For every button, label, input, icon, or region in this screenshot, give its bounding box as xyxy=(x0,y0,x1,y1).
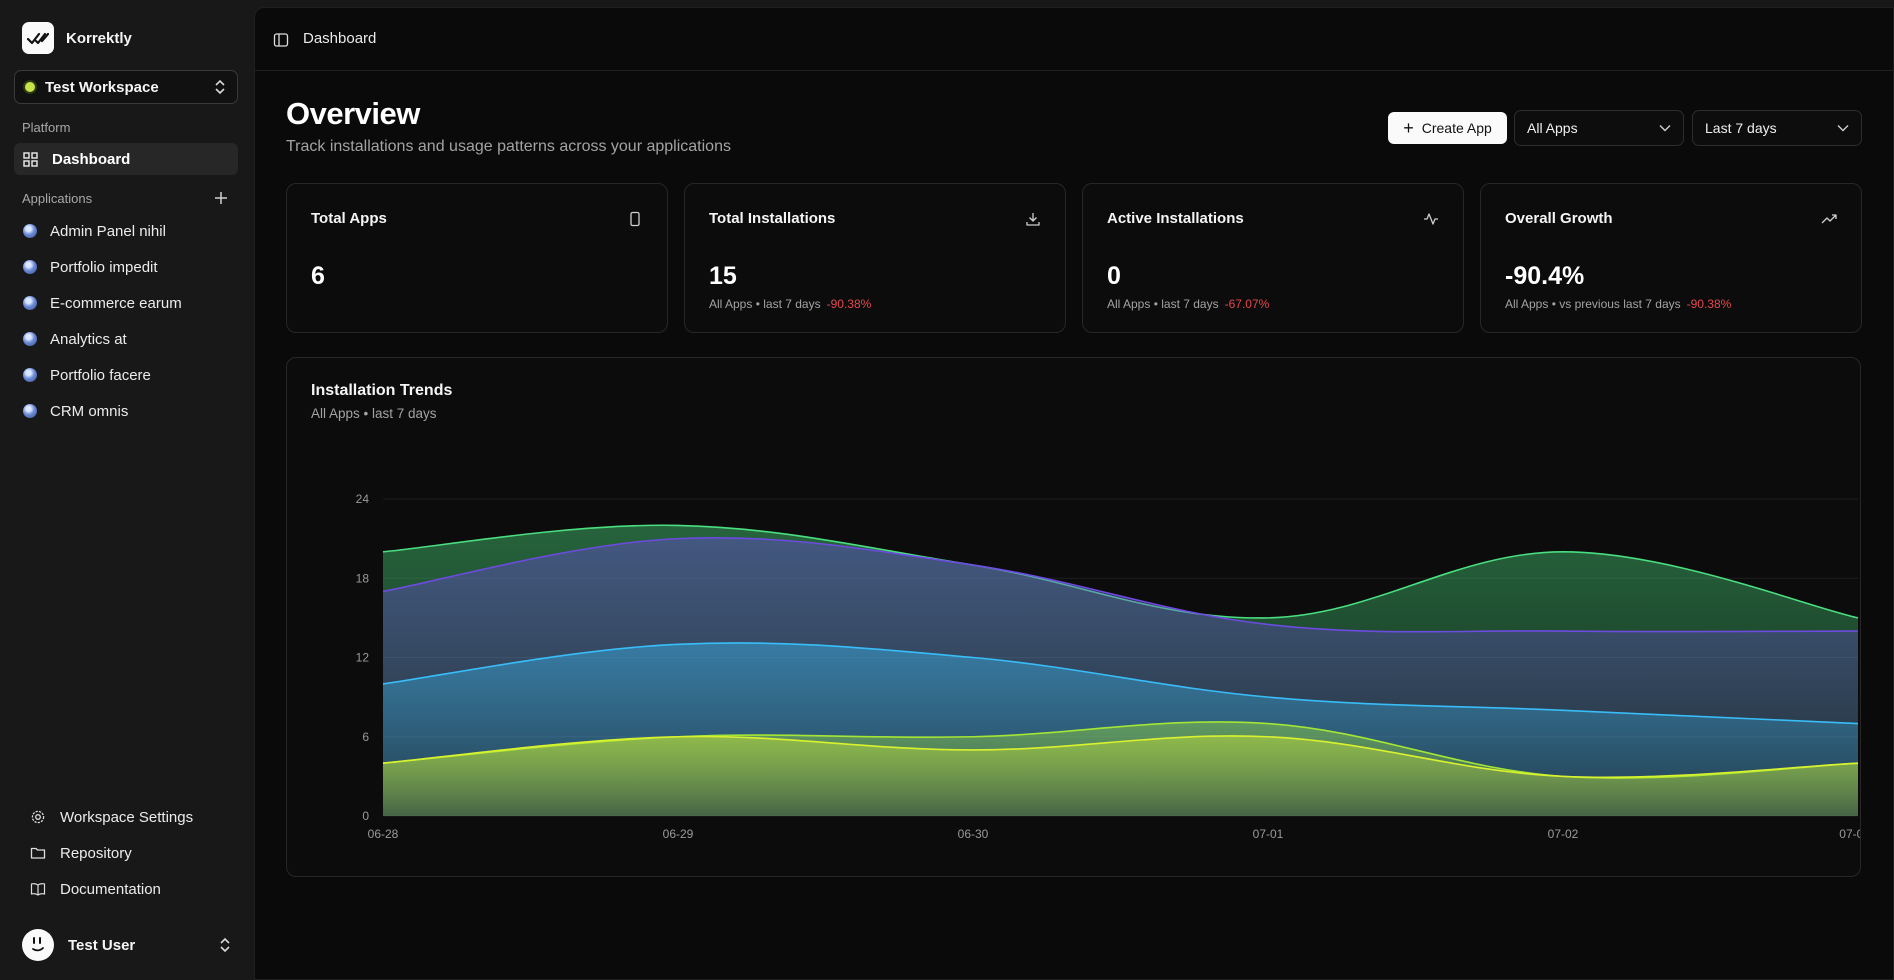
sidebar-app-label: E-commerce earum xyxy=(50,294,182,312)
stat-card-active-installations: Active Installations 0 All Apps • last 7… xyxy=(1082,183,1464,333)
stat-card-total-apps: Total Apps 6 xyxy=(286,183,668,333)
brand-name: Korrektly xyxy=(66,29,132,47)
sidebar-item-label: Workspace Settings xyxy=(60,808,194,826)
sidebar-app-item[interactable]: Admin Panel nihil xyxy=(14,215,238,247)
main-content: Dashboard Overview Track installations a… xyxy=(254,7,1894,980)
user-menu[interactable]: Test User xyxy=(22,928,232,962)
card-meta: All Apps • vs previous last 7 days -90.38… xyxy=(1505,297,1731,311)
globe-icon xyxy=(22,403,38,419)
plus-icon: + xyxy=(1403,118,1414,138)
sidebar-app-label: Admin Panel nihil xyxy=(50,222,166,240)
card-value: 0 xyxy=(1107,262,1121,290)
sidebar-app-label: Portfolio facere xyxy=(50,366,151,384)
folder-icon xyxy=(30,847,46,859)
top-bar: Dashboard xyxy=(255,8,1893,71)
book-open-icon xyxy=(30,883,46,896)
app-filter-value: All Apps xyxy=(1527,120,1578,136)
add-application-plus-icon[interactable] xyxy=(212,189,230,207)
card-value: -90.4% xyxy=(1505,262,1585,290)
sidebar-app-item[interactable]: CRM omnis xyxy=(14,395,238,427)
y-tick-label: 18 xyxy=(356,571,370,585)
x-tick-label: 07-03 xyxy=(1839,827,1860,841)
create-app-button[interactable]: + Create App xyxy=(1388,112,1507,144)
sidebar-item-label: Repository xyxy=(60,844,132,862)
phone-icon xyxy=(630,211,640,227)
app-filter-select[interactable]: All Apps xyxy=(1514,110,1684,146)
sidebar-app-item[interactable]: Portfolio facere xyxy=(14,359,238,391)
sidebar-app-item[interactable]: Portfolio impedit xyxy=(14,251,238,283)
workspace-switcher[interactable]: Test Workspace xyxy=(14,70,238,104)
user-name: Test User xyxy=(68,936,136,954)
globe-icon xyxy=(22,295,38,311)
workspace-name: Test Workspace xyxy=(45,78,159,96)
x-tick-label: 06-28 xyxy=(368,827,399,841)
installation-trends-card: Installation Trends All Apps • last 7 da… xyxy=(286,357,1861,877)
sidebar-app-label: Portfolio impedit xyxy=(50,258,158,276)
platform-section-label: Platform xyxy=(22,120,71,135)
page-title: Overview xyxy=(286,96,420,131)
chevrons-up-down-icon xyxy=(215,79,225,95)
sidebar: Korrektly Test Workspace Platform Dashbo… xyxy=(0,0,254,980)
globe-icon xyxy=(22,259,38,275)
sidebar-app-label: Analytics at xyxy=(50,330,127,348)
sidebar-app-item[interactable]: Analytics at xyxy=(14,323,238,355)
card-value: 15 xyxy=(709,262,737,290)
y-tick-label: 6 xyxy=(362,730,369,744)
y-tick-label: 24 xyxy=(356,492,370,506)
x-tick-label: 07-01 xyxy=(1253,827,1284,841)
korrektly-logo-icon xyxy=(22,22,54,54)
card-meta: All Apps • last 7 days -67.07% xyxy=(1107,297,1269,311)
sidebar-app-label: CRM omnis xyxy=(50,402,129,420)
sidebar-toggle-icon[interactable] xyxy=(273,32,289,48)
trending-up-icon xyxy=(1821,214,1837,224)
card-meta-text: All Apps • last 7 days xyxy=(709,297,821,311)
date-range-value: Last 7 days xyxy=(1705,120,1777,136)
y-tick-label: 12 xyxy=(356,651,370,665)
card-change: -67.07% xyxy=(1224,297,1270,311)
create-app-label: Create App xyxy=(1421,120,1492,136)
sidebar-app-item[interactable]: E-commerce earum xyxy=(14,287,238,319)
avatar xyxy=(22,929,54,961)
card-change: -90.38% xyxy=(826,297,872,311)
sidebar-item-workspace-settings[interactable]: Workspace Settings xyxy=(30,802,250,832)
breadcrumb: Dashboard xyxy=(303,30,377,47)
grid-icon xyxy=(22,151,38,167)
stat-card-total-installations: Total Installations 15 All Apps • last 7… xyxy=(684,183,1066,333)
x-tick-label: 06-29 xyxy=(663,827,694,841)
page-subtitle: Track installations and usage patterns a… xyxy=(286,138,731,155)
x-tick-label: 06-30 xyxy=(958,827,989,841)
chevron-down-icon xyxy=(1659,125,1671,132)
chevron-down-icon xyxy=(1837,125,1849,132)
date-range-select[interactable]: Last 7 days xyxy=(1692,110,1862,146)
globe-icon xyxy=(22,367,38,383)
globe-icon xyxy=(22,223,38,239)
globe-icon xyxy=(22,331,38,347)
stat-card-overall-growth: Overall Growth -90.4% All Apps • vs prev… xyxy=(1480,183,1862,333)
download-icon xyxy=(1026,213,1040,226)
installation-trends-chart: 0 6 12 18 24 06-28 06-29 06-30 07-01 07-02 07-03 xyxy=(356,492,1860,841)
x-tick-label: 07-02 xyxy=(1548,827,1579,841)
brand[interactable]: Korrektly xyxy=(22,22,132,54)
card-meta-text: All Apps • vs previous last 7 days xyxy=(1505,297,1681,311)
card-change: -90.38% xyxy=(1686,297,1732,311)
y-tick-label: 0 xyxy=(362,809,369,823)
applications-section-label: Applications xyxy=(22,191,93,206)
sidebar-item-dashboard[interactable]: Dashboard xyxy=(14,143,238,175)
workspace-status-icon xyxy=(25,82,35,92)
card-title: Overall Growth xyxy=(1505,210,1613,227)
card-title: Active Installations xyxy=(1107,210,1244,227)
sidebar-item-repository[interactable]: Repository xyxy=(30,838,250,868)
sidebar-item-documentation[interactable]: Documentation xyxy=(30,874,250,904)
card-title: Total Apps xyxy=(311,210,387,227)
activity-icon xyxy=(1424,213,1438,225)
card-value: 6 xyxy=(311,262,325,290)
chevrons-up-down-icon xyxy=(220,937,230,953)
card-title: Total Installations xyxy=(709,210,836,227)
gear-icon xyxy=(31,810,45,824)
sidebar-item-label: Documentation xyxy=(60,880,161,898)
sidebar-item-label: Dashboard xyxy=(52,150,131,168)
card-meta: All Apps • last 7 days -90.38% xyxy=(709,297,871,311)
card-meta-text: All Apps • last 7 days xyxy=(1107,297,1219,311)
